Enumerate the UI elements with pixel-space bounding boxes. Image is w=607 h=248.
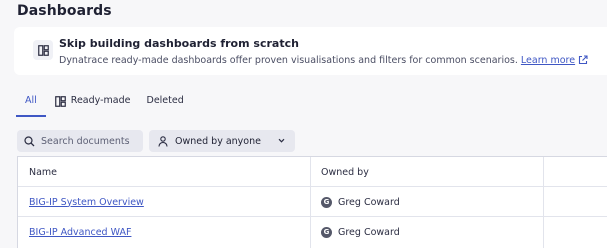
search-icon <box>24 135 35 146</box>
dashboard-layout-icon <box>33 40 53 60</box>
chevron-down-icon <box>278 138 285 143</box>
tab-deleted[interactable]: Deleted <box>147 93 184 117</box>
dashboard-layout-icon <box>54 96 66 107</box>
table-header-row: Name Owned by <box>18 157 607 187</box>
dashboard-link[interactable]: BIG-IP System Overview <box>29 197 144 208</box>
avatar: G <box>321 196 332 208</box>
table-row: BIG-IP System Overview G Greg Coward <box>18 187 607 217</box>
tab-all-label: All <box>25 95 37 106</box>
table-row: BIG-IP Advanced WAF G Greg Coward <box>18 217 607 247</box>
owner-name: Greg Coward <box>338 196 400 208</box>
learn-more-link[interactable]: Learn more <box>521 55 588 66</box>
page-title: Dashboards <box>17 3 112 19</box>
column-header-name[interactable]: Name <box>29 157 57 187</box>
column-header-owned-by[interactable]: Owned by <box>321 157 369 187</box>
tab-all[interactable]: All <box>16 93 46 117</box>
owner-filter-value: Owned by anyone <box>175 135 261 147</box>
owner-name: Greg Coward <box>338 226 400 238</box>
tab-deleted-label: Deleted <box>146 95 184 106</box>
tab-ready-made-label: Ready-made <box>70 95 131 106</box>
banner-description: Dynatrace ready-made dashboards offer pr… <box>59 55 588 66</box>
search-input[interactable] <box>41 135 133 147</box>
dashboard-tabs: All Ready-made Deleted <box>16 93 200 117</box>
user-icon <box>158 135 168 147</box>
banner-heading: Skip building dashboards from scratch <box>59 37 299 50</box>
avatar: G <box>321 226 332 238</box>
dashboard-link[interactable]: BIG-IP Advanced WAF <box>29 227 131 238</box>
search-box <box>17 130 143 152</box>
tab-ready-made[interactable]: Ready-made <box>54 93 131 117</box>
owner-filter-select[interactable]: Owned by anyone <box>149 130 295 152</box>
ready-made-banner: Skip building dashboards from scratch Dy… <box>14 27 607 75</box>
documents-table: Name Owned by BIG-IP System Overview G G… <box>17 156 607 248</box>
external-link-icon <box>579 55 588 65</box>
banner-text: Dynatrace ready-made dashboards offer pr… <box>59 55 518 66</box>
dashboards-page: Dashboards Skip building dashboards from… <box>0 0 607 248</box>
